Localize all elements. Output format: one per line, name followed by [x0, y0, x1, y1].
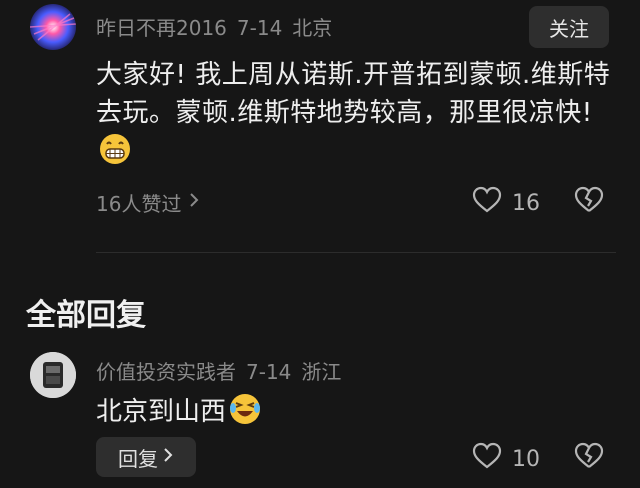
- chevron-right-icon: [187, 190, 201, 215]
- reply-location: 浙江: [301, 360, 342, 384]
- commenter-avatar[interactable]: [30, 4, 76, 50]
- reply-like-count: 10: [512, 446, 540, 472]
- broken-heart-icon: [574, 442, 604, 476]
- comment-meta: 昨日不再2016 7-14 北京: [96, 12, 342, 41]
- reply-text: 北京到山西: [96, 397, 227, 427]
- likers-summary: 16人赞过: [96, 192, 182, 216]
- reply-dislike-button[interactable]: [574, 442, 604, 476]
- reply-button[interactable]: 回复: [96, 437, 196, 477]
- section-title: 全部回复: [26, 298, 146, 333]
- replier-avatar[interactable]: [30, 352, 76, 398]
- reply-button-label: 回复: [118, 446, 158, 471]
- reply-date: 7-14: [246, 360, 292, 384]
- heart-icon: [472, 442, 502, 476]
- reply-text-block: 北京到山西: [96, 392, 262, 429]
- comment-username[interactable]: 昨日不再2016: [96, 16, 227, 40]
- chevron-right-icon: [162, 445, 174, 470]
- follow-button[interactable]: 关注: [529, 6, 609, 48]
- like-button[interactable]: 16: [472, 186, 540, 220]
- rolling-laughing-emoji-icon: [228, 392, 262, 426]
- comment-text: 大家好! 我上周从诺斯.开普拓到蒙顿.维斯特去玩。蒙顿.维斯特地势较高，那里很凉…: [96, 60, 611, 128]
- grinning-face-emoji-icon: [98, 132, 132, 166]
- likers-summary-link[interactable]: 16人赞过: [96, 188, 201, 217]
- like-count: 16: [512, 190, 540, 216]
- divider: [96, 252, 616, 253]
- comment-date: 7-14: [236, 16, 283, 40]
- heart-icon: [472, 186, 502, 220]
- reply-username[interactable]: 价值投资实践者: [96, 360, 236, 384]
- broken-heart-icon: [574, 186, 604, 220]
- comment-text-block: 大家好! 我上周从诺斯.开普拓到蒙顿.维斯特去玩。蒙顿.维斯特地势较高，那里很凉…: [96, 56, 616, 171]
- dislike-button[interactable]: [574, 186, 604, 220]
- comment-location: 北京: [292, 16, 333, 40]
- reply-like-button[interactable]: 10: [472, 442, 540, 476]
- reply-meta: 价值投资实践者 7-14 浙江: [96, 356, 351, 385]
